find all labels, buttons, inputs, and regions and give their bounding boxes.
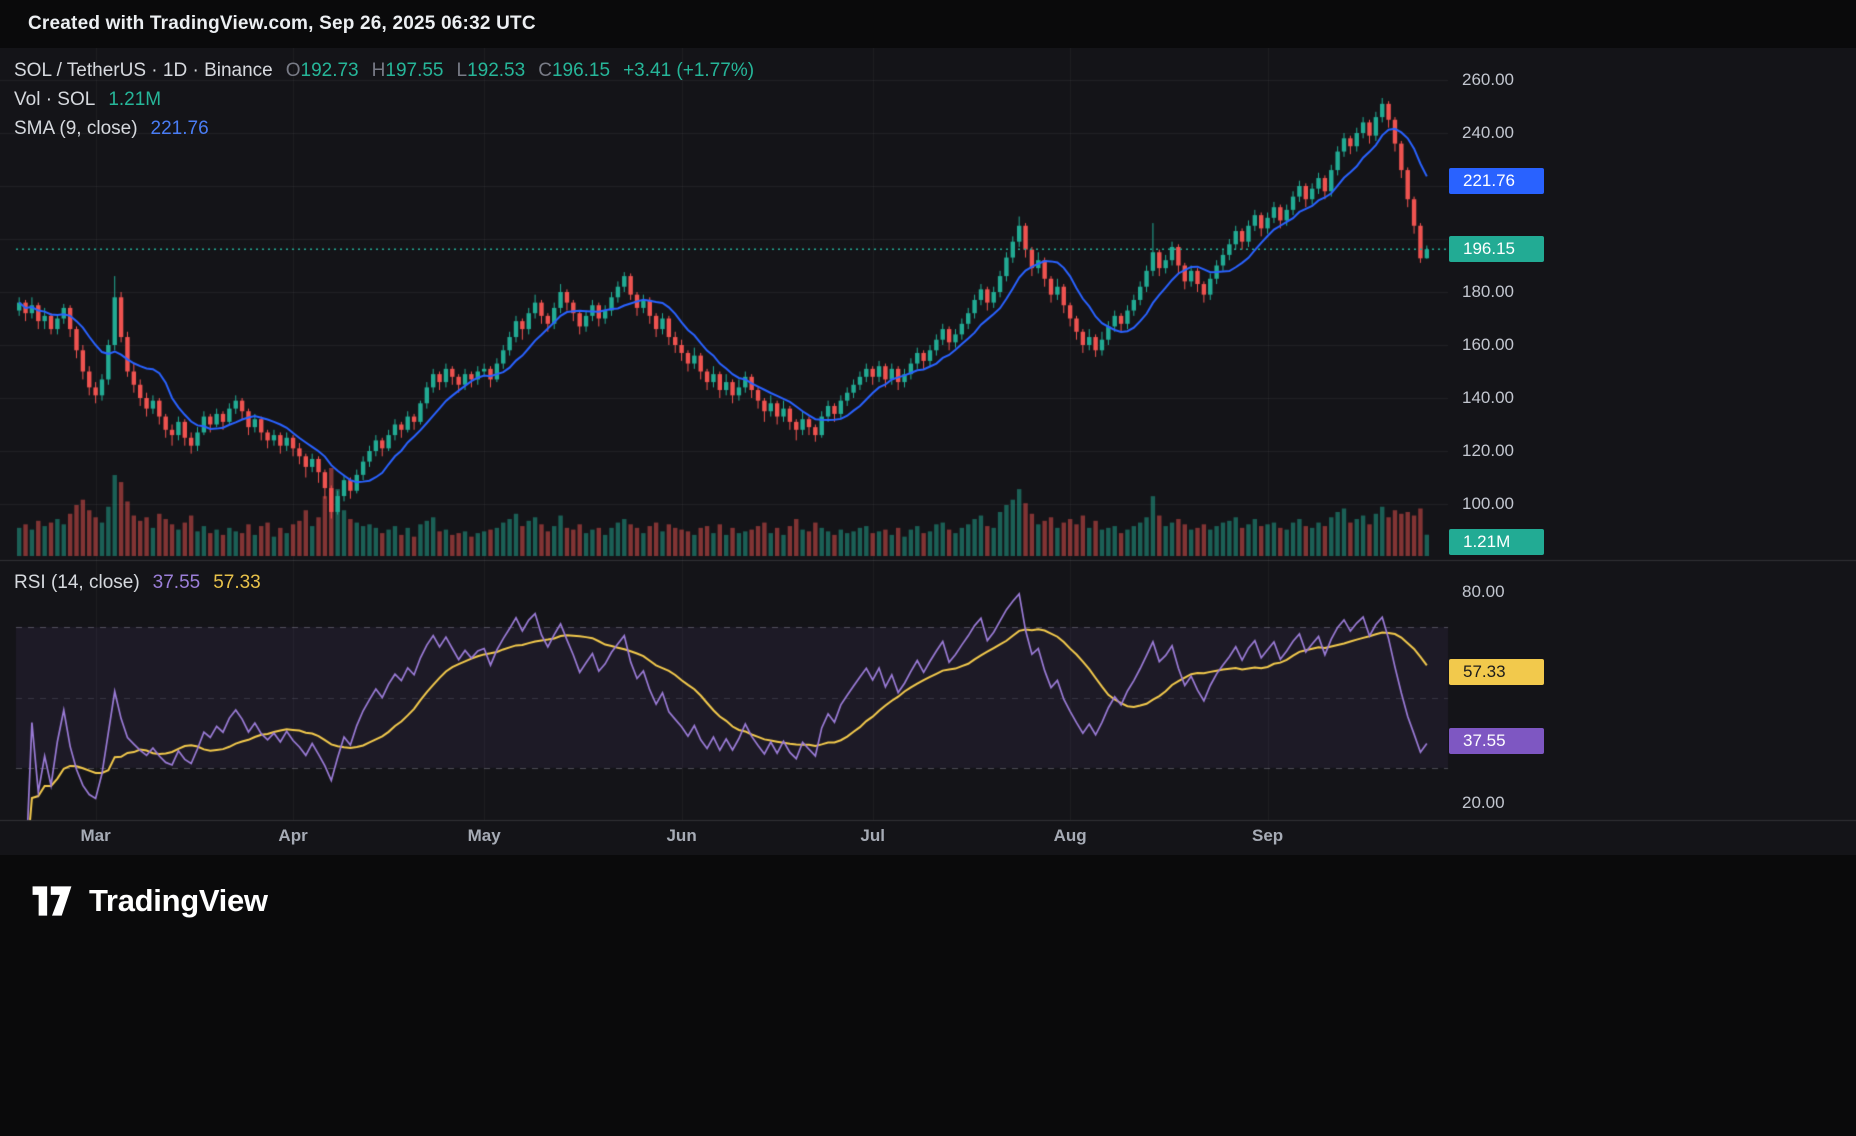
volume-value: 1.21M [108, 89, 161, 111]
chart-area: SOL / TetherUS · 1D · Binance O192.73 H1… [0, 48, 1856, 855]
time-axis-label: Sep [1252, 826, 1283, 846]
time-axis-label: Jun [666, 826, 696, 846]
price-axis-label: 120.00 [1462, 440, 1514, 462]
symbol-title: SOL / TetherUS · 1D · Binance [14, 60, 273, 82]
ohlc-close: C196.15 [538, 60, 610, 82]
price-rsi-chart-canvas [0, 48, 1856, 855]
time-axis-label: May [468, 826, 501, 846]
price-axis-label: 260.00 [1462, 69, 1514, 91]
footer-bar: TradingView [0, 855, 1856, 1136]
ohlc-low: L192.53 [457, 60, 526, 82]
sma-price-badge: 221.76 [1449, 168, 1544, 194]
volume-badge: 1.21M [1449, 529, 1544, 555]
time-axis-label: Mar [80, 826, 110, 846]
brand-row: TradingView [30, 883, 268, 919]
attribution-bar: Created with TradingView.com, Sep 26, 20… [0, 0, 1856, 48]
chart-legend: SOL / TetherUS · 1D · Binance O192.73 H1… [14, 60, 754, 140]
rsi-legend: RSI (14, close) 37.55 57.33 [14, 572, 261, 594]
rsi-ma-value: 57.33 [213, 572, 261, 594]
attribution-text: Created with TradingView.com, Sep 26, 20… [28, 13, 536, 35]
ohlc-high: H197.55 [372, 60, 444, 82]
rsi-ma-badge: 57.33 [1449, 659, 1544, 685]
price-axis-label: 180.00 [1462, 281, 1514, 303]
time-axis-label: Jul [860, 826, 885, 846]
change-value: +3.41 (+1.77%) [623, 60, 754, 82]
price-axis-label: 100.00 [1462, 493, 1514, 515]
price-axis-label: 240.00 [1462, 122, 1514, 144]
sma-label: SMA (9, close) [14, 118, 138, 140]
rsi-label: RSI (14, close) [14, 572, 140, 594]
price-axis-label: 160.00 [1462, 334, 1514, 356]
ohlc-open: O192.73 [286, 60, 359, 82]
tradingview-snapshot: Created with TradingView.com, Sep 26, 20… [0, 0, 1856, 1136]
rsi-value: 37.55 [153, 572, 201, 594]
volume-legend-row: Vol · SOL 1.21M [14, 89, 754, 111]
brand-name: TradingView [89, 883, 268, 919]
last-price-badge: 196.15 [1449, 236, 1544, 262]
volume-label: Vol · SOL [14, 89, 95, 111]
tradingview-logo [30, 884, 74, 918]
rsi-axis-label: 80.00 [1462, 581, 1505, 603]
symbol-legend-row: SOL / TetherUS · 1D · Binance O192.73 H1… [14, 60, 754, 82]
time-axis-label: Aug [1054, 826, 1087, 846]
time-axis-label: Apr [278, 826, 307, 846]
price-axis-label: 140.00 [1462, 387, 1514, 409]
rsi-axis-label: 20.00 [1462, 792, 1505, 814]
sma-legend-row: SMA (9, close) 221.76 [14, 118, 754, 140]
rsi-value-badge: 37.55 [1449, 728, 1544, 754]
sma-value: 221.76 [151, 118, 209, 140]
